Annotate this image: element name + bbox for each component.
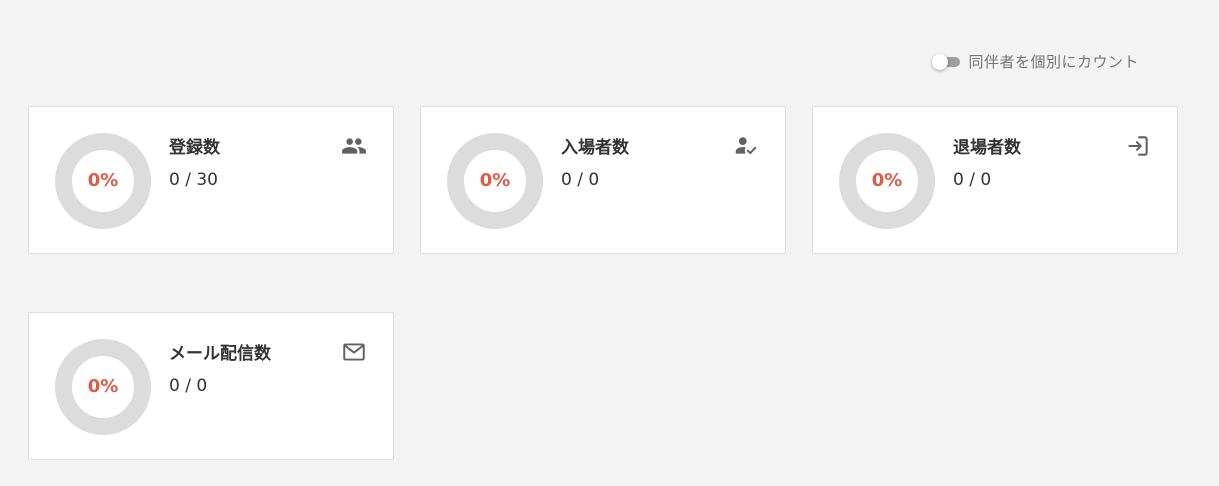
- entry-count: 0 / 0: [561, 170, 600, 190]
- mail-title: メール配信数: [169, 344, 271, 364]
- exit-percent: 0%: [871, 170, 903, 191]
- count-companions-toggle-row[interactable]: 同伴者を個別にカウント: [932, 51, 1139, 72]
- mail-donut-chart: 0%: [55, 339, 151, 435]
- switch-thumb[interactable]: [932, 53, 949, 70]
- registration-donut-chart: 0%: [55, 133, 151, 229]
- entry-percent: 0%: [479, 170, 511, 191]
- count-companions-switch[interactable]: [932, 52, 961, 72]
- registration-percent: 0%: [87, 170, 119, 191]
- exit-count: 0 / 0: [953, 170, 992, 190]
- mail-count: 0 / 0: [169, 376, 208, 396]
- mail-icon: [341, 339, 367, 365]
- exit-donut-chart: 0%: [839, 133, 935, 229]
- exit-card: 0% 退場者数 0 / 0: [812, 106, 1178, 254]
- entry-card: 0% 入場者数 0 / 0: [420, 106, 786, 254]
- count-companions-label: 同伴者を個別にカウント: [968, 53, 1139, 71]
- registration-count: 0 / 30: [169, 170, 218, 190]
- entry-donut-chart: 0%: [447, 133, 543, 229]
- registration-title: 登録数: [169, 138, 220, 158]
- entry-title: 入場者数: [561, 138, 629, 158]
- exit-title: 退場者数: [953, 138, 1021, 158]
- exit-icon: [1125, 133, 1151, 159]
- mail-card: 0% メール配信数 0 / 0: [28, 312, 394, 460]
- person-check-icon: [733, 133, 759, 159]
- people-icon: [341, 133, 367, 159]
- mail-percent: 0%: [87, 376, 119, 397]
- registration-card: 0% 登録数 0 / 30: [28, 106, 394, 254]
